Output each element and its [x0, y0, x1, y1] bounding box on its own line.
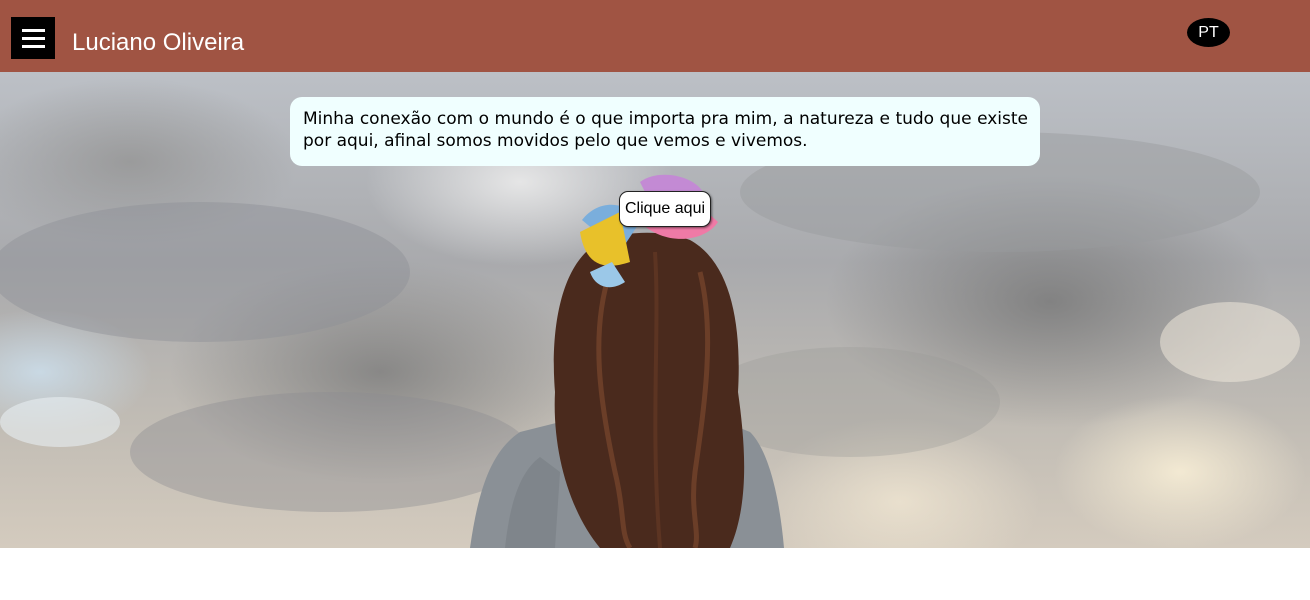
- hero-image: Minha conexão com o mundo é o que import…: [0, 72, 1310, 548]
- intro-quote: Minha conexão com o mundo é o que import…: [290, 97, 1040, 166]
- menu-bar: [21, 36, 45, 40]
- hamburger-menu-icon[interactable]: [11, 17, 55, 59]
- site-header: Luciano Oliveira PT: [0, 0, 1310, 72]
- site-title: Luciano Oliveira: [72, 29, 245, 56]
- menu-bar: [21, 28, 45, 32]
- language-button[interactable]: PT: [1187, 18, 1230, 47]
- menu-bar: [21, 44, 45, 48]
- click-here-button[interactable]: Clique aqui: [619, 191, 711, 227]
